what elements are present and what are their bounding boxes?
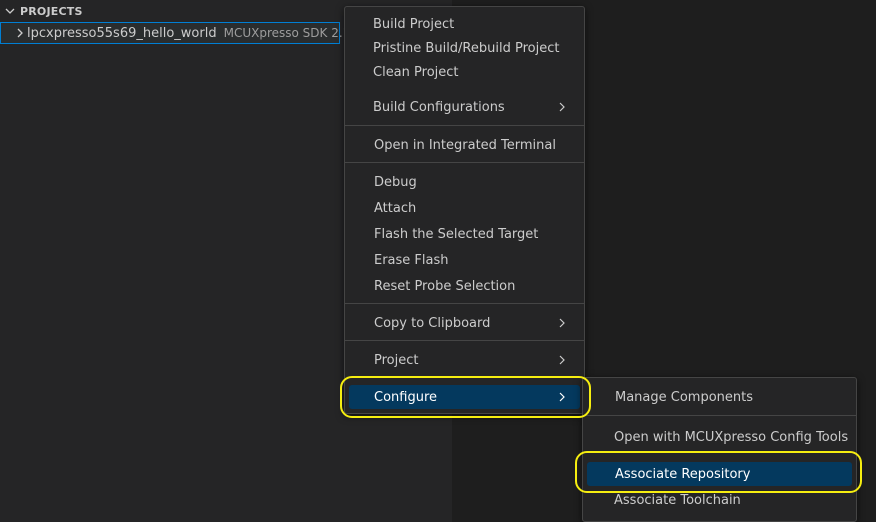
menu-separator — [345, 340, 584, 341]
menu-separator — [345, 162, 584, 163]
project-tree-item[interactable]: lpcxpresso55s69_hello_world MCUXpresso S… — [0, 22, 369, 44]
menu-item-debug[interactable]: Debug — [349, 170, 580, 194]
section-title: PROJECTS — [20, 4, 83, 18]
submenu-item-associate-toolchain[interactable]: Associate Toolchain — [587, 488, 852, 512]
context-menu: Build Project Pristine Build/Rebuild Pro… — [344, 6, 585, 414]
menu-separator — [583, 415, 856, 416]
configure-submenu: Manage Components Open with MCUXpresso C… — [582, 377, 857, 522]
menu-item-erase-flash[interactable]: Erase Flash — [349, 248, 580, 272]
menu-item-copy-to-clipboard[interactable]: Copy to Clipboard — [349, 311, 580, 335]
menu-item-clean-project[interactable]: Clean Project — [349, 60, 580, 84]
menu-item-pristine-build[interactable]: Pristine Build/Rebuild Project — [349, 36, 580, 60]
project-name: lpcxpresso55s69_hello_world — [27, 25, 217, 41]
chevron-down-icon — [0, 5, 20, 17]
chevron-right-icon — [554, 315, 570, 331]
submenu-item-open-config-tools[interactable]: Open with MCUXpresso Config Tools — [587, 425, 852, 449]
chevron-right-icon — [554, 99, 570, 115]
menu-item-configure[interactable]: Configure — [349, 385, 580, 409]
menu-item-project[interactable]: Project — [349, 348, 580, 372]
menu-separator — [345, 125, 584, 126]
submenu-item-associate-repository[interactable]: Associate Repository — [587, 462, 852, 486]
chevron-right-icon — [554, 389, 570, 405]
chevron-right-icon — [554, 352, 570, 368]
menu-item-build-project[interactable]: Build Project — [349, 12, 580, 36]
chevron-right-icon — [15, 27, 25, 39]
menu-item-build-configurations[interactable]: Build Configurations — [349, 95, 580, 119]
menu-separator — [345, 303, 584, 304]
menu-item-reset-probe[interactable]: Reset Probe Selection — [349, 274, 580, 298]
menu-item-attach[interactable]: Attach — [349, 196, 580, 220]
menu-item-flash-target[interactable]: Flash the Selected Target — [349, 222, 580, 246]
submenu-item-manage-components[interactable]: Manage Components — [587, 385, 852, 409]
menu-item-open-terminal[interactable]: Open in Integrated Terminal — [349, 133, 580, 157]
